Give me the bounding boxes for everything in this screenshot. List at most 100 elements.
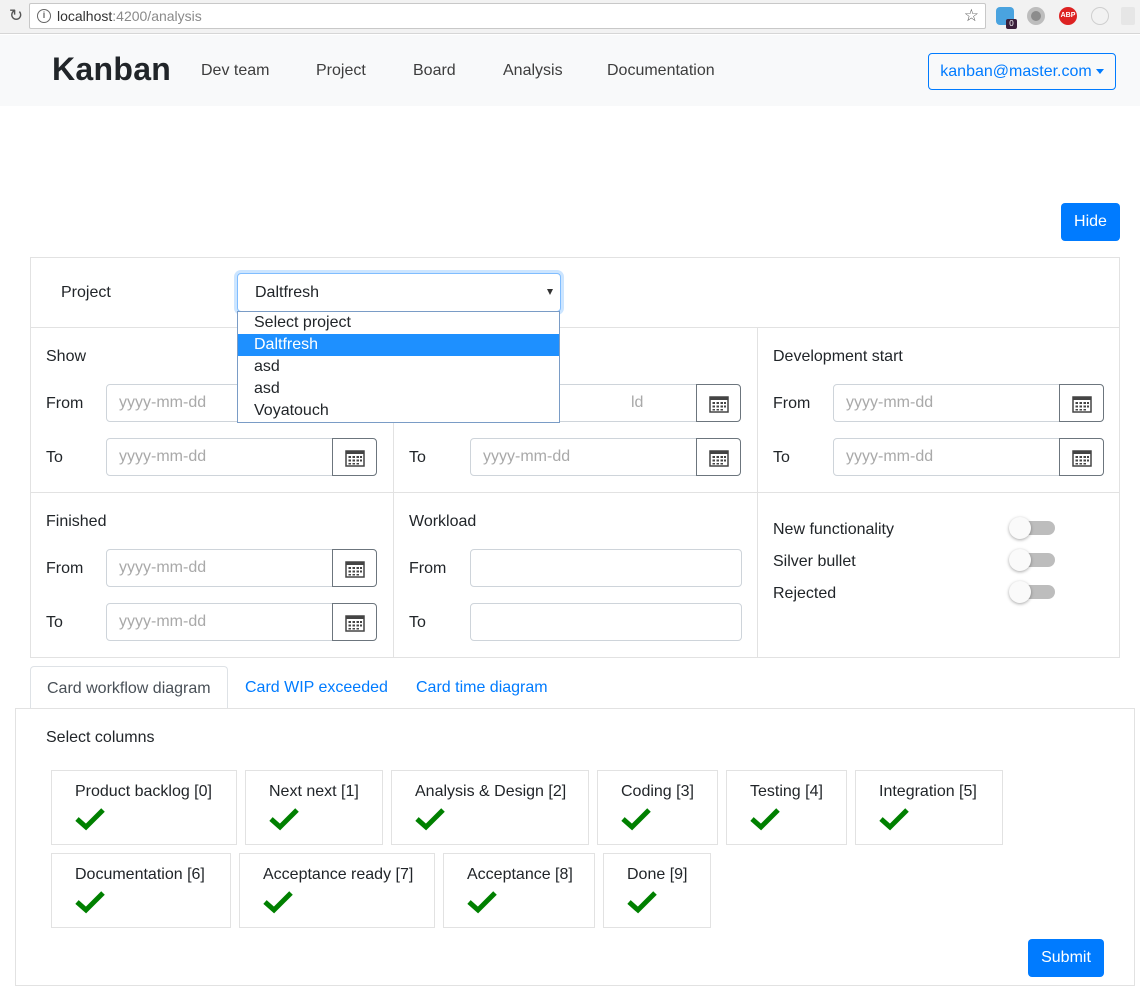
column-card[interactable]: Documentation [6] xyxy=(51,853,231,928)
nav-board[interactable]: Board xyxy=(413,62,456,80)
middle-to-calendar-button[interactable] xyxy=(696,438,741,476)
extension-play-icon[interactable] xyxy=(1091,7,1109,25)
checkmark-icon xyxy=(467,891,497,914)
workload-filter-cell: Workload From To xyxy=(393,492,758,658)
dev-start-from-input[interactable]: yyyy-mm-dd xyxy=(833,384,1060,422)
calendar-icon xyxy=(709,450,729,467)
dev-start-from-label: From xyxy=(773,395,811,412)
finished-from-label: From xyxy=(46,560,84,577)
user-menu-button[interactable]: kanban@master.com xyxy=(928,53,1116,90)
brand-logo[interactable]: Kanban xyxy=(52,51,171,88)
silver-bullet-toggle[interactable] xyxy=(1009,549,1055,571)
navbar: Kanban Dev team Project Board Analysis D… xyxy=(0,35,1140,106)
toggle-knob xyxy=(1009,581,1031,603)
checkmark-icon xyxy=(415,808,445,831)
finished-to-input[interactable]: yyyy-mm-dd xyxy=(106,603,333,641)
middle-to-input[interactable]: yyyy-mm-dd xyxy=(470,438,697,476)
nav-documentation[interactable]: Documentation xyxy=(607,62,715,80)
column-card[interactable]: Acceptance [8] xyxy=(443,853,595,928)
new-functionality-toggle[interactable] xyxy=(1009,517,1055,539)
dev-start-filter-cell: Development start From yyyy-mm-dd To yyy… xyxy=(757,327,1120,493)
middle-from-calendar-button[interactable] xyxy=(696,384,741,422)
show-to-input[interactable]: yyyy-mm-dd xyxy=(106,438,333,476)
column-name: Analysis & Design [2] xyxy=(415,783,567,800)
calendar-icon xyxy=(1072,450,1092,467)
column-card[interactable]: Product backlog [0] xyxy=(51,770,237,845)
column-card[interactable]: Done [9] xyxy=(603,853,711,928)
show-title: Show xyxy=(46,348,87,365)
column-card[interactable]: Analysis & Design [2] xyxy=(391,770,589,845)
nav-project[interactable]: Project xyxy=(316,62,366,80)
column-name: Testing [4] xyxy=(750,783,823,800)
toggle-knob xyxy=(1009,549,1031,571)
column-card[interactable]: Testing [4] xyxy=(726,770,847,845)
silver-bullet-label: Silver bullet xyxy=(773,553,856,570)
finished-to-calendar-button[interactable] xyxy=(332,603,377,641)
adblock-extension-icon[interactable]: ABP xyxy=(1059,7,1077,25)
rejected-label: Rejected xyxy=(773,585,837,602)
column-name: Coding [3] xyxy=(621,783,694,800)
url-text: localhost:4200/analysis xyxy=(57,4,202,28)
show-to-calendar-button[interactable] xyxy=(332,438,377,476)
checkmark-icon xyxy=(750,808,780,831)
project-filter-row: Project Daltfresh xyxy=(30,257,1120,328)
select-columns-title: Select columns xyxy=(46,729,155,746)
column-card[interactable]: Acceptance ready [7] xyxy=(239,853,435,928)
project-option-selected[interactable]: Daltfresh xyxy=(238,334,559,356)
calendar-icon xyxy=(345,615,365,632)
project-select[interactable]: Daltfresh xyxy=(237,273,561,312)
column-card[interactable]: Next next [1] xyxy=(245,770,383,845)
nav-dev-team[interactable]: Dev team xyxy=(201,62,269,80)
show-to-label: To xyxy=(46,449,63,466)
checkmark-icon xyxy=(75,808,105,831)
column-name: Done [9] xyxy=(627,866,688,883)
column-name: Documentation [6] xyxy=(75,866,205,883)
checkmark-icon xyxy=(263,891,293,914)
finished-from-input[interactable]: yyyy-mm-dd xyxy=(106,549,333,587)
project-option[interactable]: Select project xyxy=(238,312,559,334)
workload-title: Workload xyxy=(409,513,477,530)
project-option[interactable]: Voyatouch xyxy=(238,400,559,422)
hide-button[interactable]: Hide xyxy=(1061,203,1120,241)
calendar-icon xyxy=(1072,396,1092,413)
finished-title: Finished xyxy=(46,513,107,530)
dev-start-to-label: To xyxy=(773,449,790,466)
column-card[interactable]: Coding [3] xyxy=(597,770,718,845)
checkmark-icon xyxy=(627,891,657,914)
project-option[interactable]: asd xyxy=(238,356,559,378)
bookmark-star-icon[interactable]: ☆ xyxy=(964,4,979,28)
tab-card-wip-exceeded[interactable]: Card WIP exceeded xyxy=(245,666,388,709)
show-from-label: From xyxy=(46,395,84,412)
extension-badge: 0 xyxy=(1006,19,1017,29)
dev-start-from-calendar-button[interactable] xyxy=(1059,384,1104,422)
workload-from-input[interactable] xyxy=(470,549,742,587)
info-icon[interactable]: i xyxy=(37,9,51,23)
extension-circle-icon[interactable] xyxy=(1027,7,1045,25)
rejected-toggle[interactable] xyxy=(1009,581,1055,603)
nav-analysis[interactable]: Analysis xyxy=(503,62,563,80)
column-name: Acceptance ready [7] xyxy=(263,866,414,883)
calendar-icon xyxy=(345,561,365,578)
column-name: Product backlog [0] xyxy=(75,783,212,800)
tab-card-time-diagram[interactable]: Card time diagram xyxy=(416,666,548,709)
tab-content-panel: Select columns Product backlog [0] Next … xyxy=(15,708,1135,986)
dev-start-to-input[interactable]: yyyy-mm-dd xyxy=(833,438,1060,476)
column-card[interactable]: Integration [5] xyxy=(855,770,1003,845)
chevron-down-icon xyxy=(1095,69,1104,75)
pdf-extension-icon[interactable] xyxy=(1121,7,1135,25)
calendar-icon xyxy=(709,396,729,413)
user-email: kanban@master.com xyxy=(940,63,1092,80)
finished-filter-cell: Finished From yyyy-mm-dd To yyyy-mm-dd xyxy=(30,492,394,658)
project-option[interactable]: asd xyxy=(238,378,559,400)
tab-card-workflow-diagram[interactable]: Card workflow diagram xyxy=(30,666,228,709)
workload-to-input[interactable] xyxy=(470,603,742,641)
middle-to-label: To xyxy=(409,449,426,466)
submit-button[interactable]: Submit xyxy=(1028,939,1104,977)
flags-filter-cell: New functionality Silver bullet Rejected xyxy=(757,492,1120,658)
address-bar[interactable]: i localhost:4200/analysis ☆ xyxy=(29,3,986,29)
toggle-knob xyxy=(1009,517,1031,539)
dev-start-to-calendar-button[interactable] xyxy=(1059,438,1104,476)
finished-from-calendar-button[interactable] xyxy=(332,549,377,587)
url-host: localhost xyxy=(57,8,113,24)
reload-icon[interactable]: ↻ xyxy=(6,6,26,26)
